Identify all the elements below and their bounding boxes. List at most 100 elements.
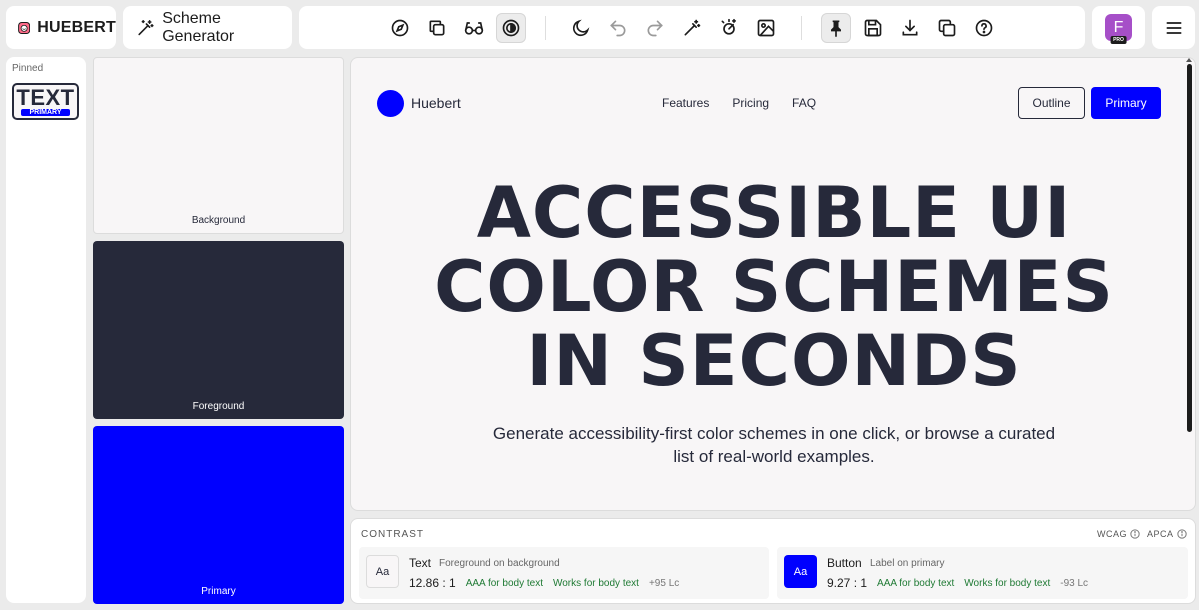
app-logo-box[interactable]: HUEBERT bbox=[6, 6, 116, 49]
redo-icon bbox=[647, 20, 663, 37]
contrast-card-description: Label on primary bbox=[870, 558, 945, 569]
undo-button[interactable] bbox=[603, 13, 633, 43]
compass-icon bbox=[391, 19, 409, 37]
pinned-scheme-card[interactable]: TEXT PRIMARY bbox=[12, 83, 79, 120]
contrast-card-text: Aa Text Foreground on background 12.86 :… bbox=[359, 547, 769, 599]
image-import-button[interactable] bbox=[751, 13, 781, 43]
download-button[interactable] bbox=[895, 13, 925, 43]
avatar-initial: F bbox=[1113, 18, 1124, 36]
dark-mode-button[interactable] bbox=[566, 13, 596, 43]
pinned-card-tag: PRIMARY bbox=[21, 108, 70, 116]
wcag-toggle[interactable]: WCAG bbox=[1097, 529, 1140, 539]
vision-simulator-button[interactable] bbox=[459, 13, 489, 43]
main-menu-button[interactable] bbox=[1152, 6, 1195, 49]
preview-nav-features[interactable]: Features bbox=[662, 96, 709, 110]
magic-wand-icon bbox=[138, 19, 154, 35]
wcag-result: AAA for body text bbox=[465, 577, 543, 589]
apca-lc-value: +95 Lc bbox=[648, 577, 680, 589]
avatar: F PRO bbox=[1105, 14, 1132, 44]
pinned-title: Pinned bbox=[12, 63, 44, 74]
contrast-card-name: Text bbox=[409, 556, 432, 570]
auto-adjust-button[interactable] bbox=[714, 13, 744, 43]
contrast-metrics: 12.86 : 1 AAA for body text Works for bo… bbox=[409, 576, 679, 590]
duplicate-button[interactable] bbox=[932, 13, 962, 43]
preview-primary-button[interactable]: Primary bbox=[1091, 87, 1161, 119]
pinned-card-text: TEXT bbox=[16, 84, 75, 110]
save-button[interactable] bbox=[858, 13, 888, 43]
pro-badge: PRO bbox=[1110, 36, 1127, 44]
scheme-generator-label: Scheme Generator bbox=[162, 9, 235, 45]
download-icon bbox=[902, 19, 918, 36]
user-menu-button[interactable]: F PRO bbox=[1092, 6, 1145, 49]
toolbar-divider bbox=[801, 16, 802, 40]
swatch-background[interactable]: Background bbox=[93, 57, 344, 234]
preview-scrollbar[interactable] bbox=[1187, 64, 1192, 432]
contrast-sample: Aa bbox=[784, 555, 817, 588]
preview-hero-heading: ACCESSIBLE UI COLOR SCHEMES IN SECONDS bbox=[351, 172, 1195, 402]
generate-scheme-button[interactable] bbox=[677, 13, 707, 43]
contrast-title: CONTRAST bbox=[361, 529, 424, 540]
library-button[interactable] bbox=[422, 13, 452, 43]
preview-brand: Huebert bbox=[411, 95, 461, 111]
contrast-icon bbox=[502, 19, 520, 37]
redo-button[interactable] bbox=[640, 13, 670, 43]
magic-wand-icon bbox=[684, 19, 701, 36]
image-icon bbox=[757, 19, 775, 37]
contrast-ratio: 9.27 : 1 bbox=[827, 576, 868, 590]
moon-icon bbox=[572, 19, 590, 37]
scroll-up-arrow[interactable] bbox=[1186, 58, 1192, 62]
apca-result: Works for body text bbox=[552, 577, 639, 589]
wcag-result: AAA for body text bbox=[877, 577, 955, 589]
apca-label: APCA bbox=[1147, 529, 1174, 539]
swatch-label: Background bbox=[191, 215, 246, 226]
pin-button[interactable] bbox=[821, 13, 851, 43]
pin-icon bbox=[831, 20, 841, 38]
info-icon bbox=[1130, 529, 1140, 539]
toolbar-divider bbox=[545, 16, 546, 40]
swatch-foreground[interactable]: Foreground bbox=[93, 241, 344, 419]
preview-nav-faq[interactable]: FAQ bbox=[792, 96, 816, 110]
hero-line: COLOR SCHEMES bbox=[434, 246, 1114, 328]
explore-button[interactable] bbox=[385, 13, 415, 43]
contrast-card-name: Button bbox=[827, 556, 862, 570]
contrast-sample: Aa bbox=[366, 555, 399, 588]
sparkle-icon bbox=[721, 18, 737, 35]
scheme-preview: Huebert Features Pricing FAQ Outline Pri… bbox=[350, 57, 1196, 511]
contrast-card-button: Aa Button Label on primary 9.27 : 1 AAA … bbox=[777, 547, 1188, 599]
toolbar bbox=[299, 6, 1085, 49]
swatch-label: Primary bbox=[201, 586, 236, 597]
contrast-card-description: Foreground on background bbox=[439, 558, 560, 569]
undo-icon bbox=[610, 20, 626, 37]
wcag-label: WCAG bbox=[1097, 529, 1127, 539]
contrast-mode-button[interactable] bbox=[496, 13, 526, 43]
preview-logo bbox=[377, 90, 404, 117]
preview-subtitle: Generate accessibility-first color schem… bbox=[351, 422, 1195, 468]
subtitle-line: Generate accessibility-first color schem… bbox=[492, 424, 1056, 443]
huebert-logo-icon bbox=[18, 21, 31, 34]
glasses-icon bbox=[464, 22, 484, 35]
swatch-primary[interactable]: Primary bbox=[93, 426, 344, 604]
hero-line: ACCESSIBLE UI bbox=[476, 172, 1072, 254]
help-icon bbox=[975, 19, 993, 37]
info-icon bbox=[1176, 529, 1187, 539]
save-icon bbox=[864, 19, 882, 37]
hamburger-menu-icon bbox=[1166, 21, 1181, 34]
preview-nav: Features Pricing FAQ bbox=[662, 96, 816, 110]
copy-stack-icon bbox=[429, 20, 445, 36]
preview-outline-button[interactable]: Outline bbox=[1018, 87, 1085, 119]
subtitle-line: list of real-world examples. bbox=[673, 447, 875, 466]
swatch-label: Foreground bbox=[192, 401, 245, 412]
apca-lc-value: -93 Lc bbox=[1060, 577, 1089, 589]
duplicate-icon bbox=[938, 19, 956, 37]
contrast-panel: CONTRAST WCAG APCA Aa Text Foreground on… bbox=[350, 518, 1196, 604]
hero-line: IN SECONDS bbox=[526, 320, 1022, 402]
pinned-sidebar: Pinned TEXT PRIMARY bbox=[6, 57, 86, 603]
apca-result: Works for body text bbox=[964, 577, 1051, 589]
preview-nav-pricing[interactable]: Pricing bbox=[732, 96, 769, 110]
scheme-generator-button[interactable]: Scheme Generator bbox=[123, 6, 292, 49]
help-button[interactable] bbox=[969, 13, 999, 43]
contrast-metrics: 9.27 : 1 AAA for body text Works for bod… bbox=[827, 576, 1088, 590]
app-name: HUEBERT bbox=[37, 18, 116, 36]
apca-toggle[interactable]: APCA bbox=[1147, 529, 1187, 539]
contrast-ratio: 12.86 : 1 bbox=[409, 576, 456, 590]
